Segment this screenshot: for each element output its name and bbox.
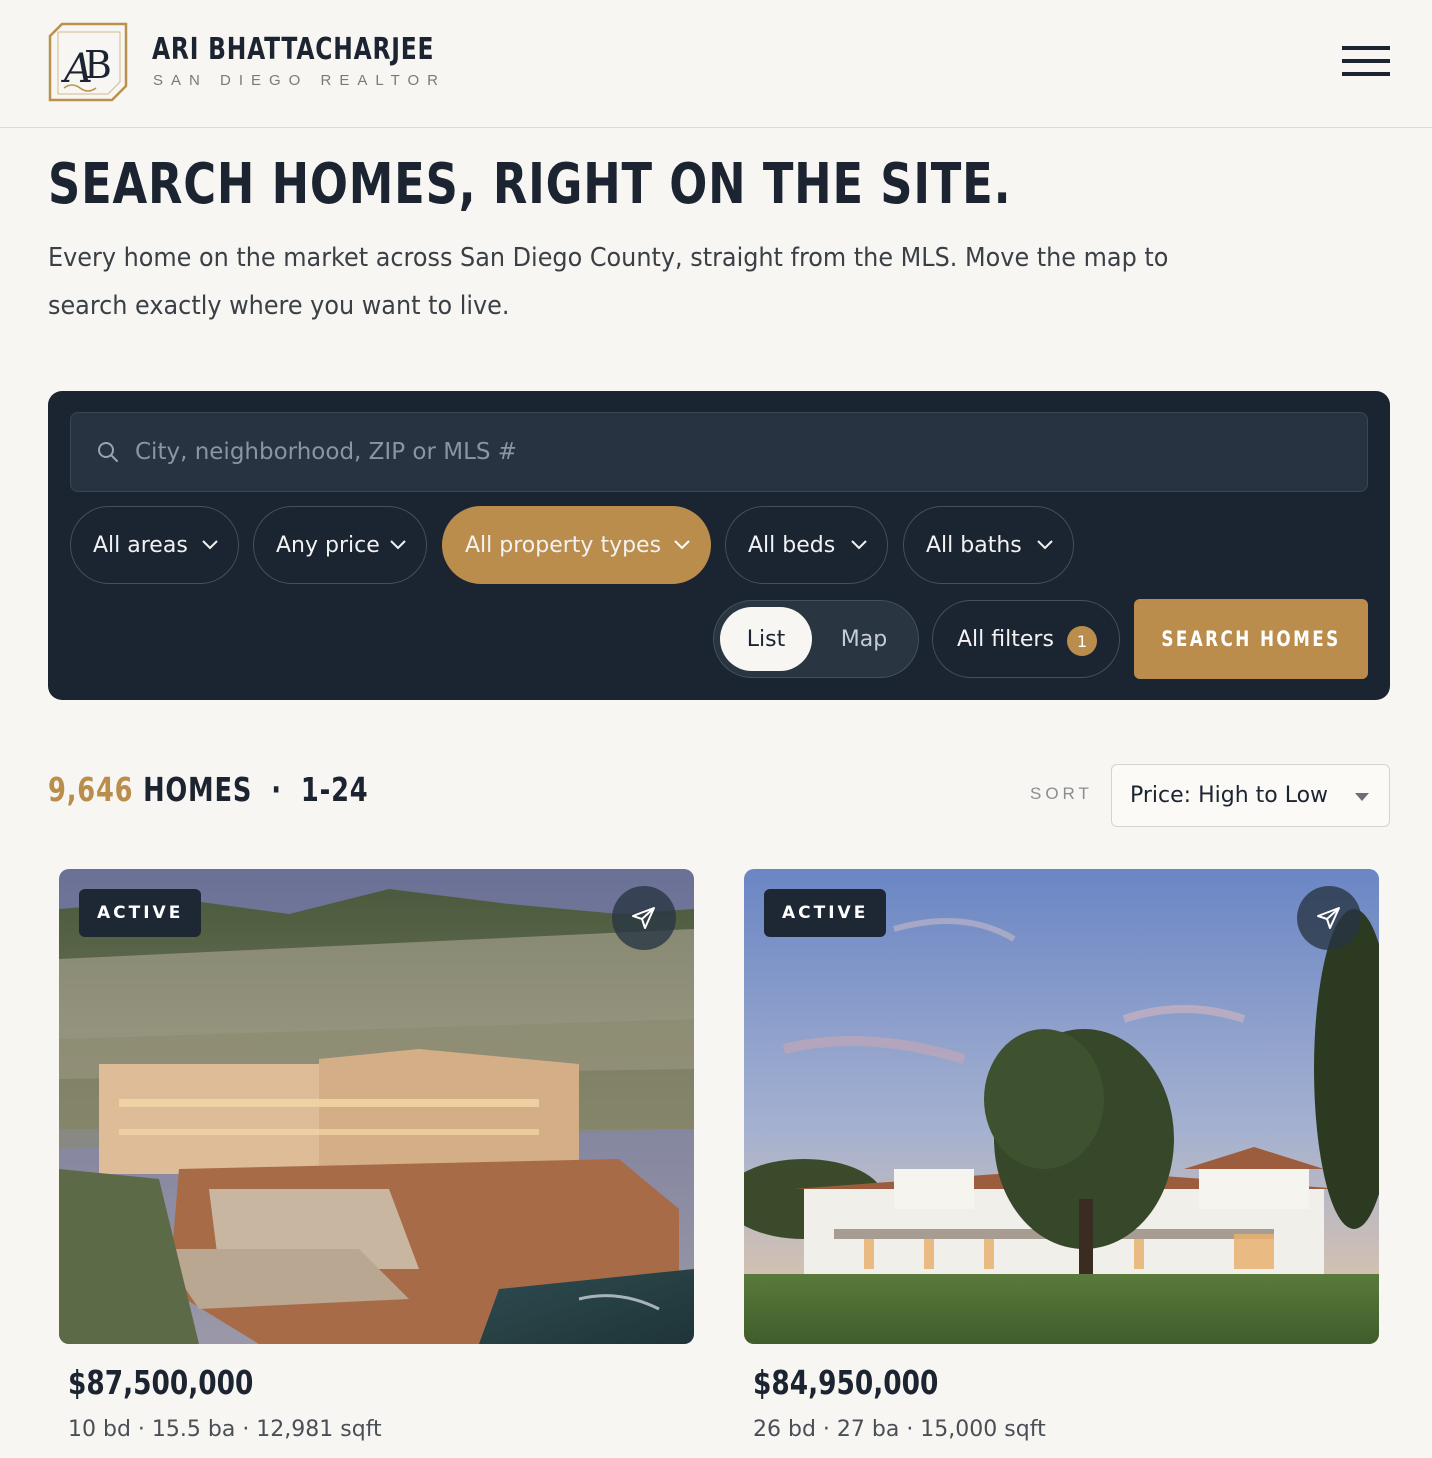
filter-areas-dropdown[interactable]: All areas — [70, 506, 239, 584]
status-badge: ACTIVE — [764, 889, 887, 937]
all-filters-button[interactable]: All filters 1 — [932, 600, 1120, 678]
chevron-down-icon — [202, 540, 218, 550]
sort-selected-value: Price: High to Low — [1130, 783, 1329, 808]
chevron-down-icon — [674, 540, 690, 550]
filter-price-label: Any price — [276, 532, 380, 558]
search-homes-label: SEARCH HOMES — [1161, 627, 1341, 651]
page-title: SEARCH HOMES, RIGHT ON THE SITE. — [48, 152, 1012, 217]
view-map-button[interactable]: Map — [818, 607, 910, 671]
chevron-down-icon — [1037, 540, 1053, 550]
listing-facts: 26 bd · 27 ba · 15,000 sqft — [753, 1417, 1046, 1442]
brand-name[interactable]: ARI BHATTACHARJEE — [152, 32, 434, 67]
filter-property-types-dropdown[interactable]: All property types — [442, 506, 711, 584]
filters-count-badge: 1 — [1067, 626, 1097, 656]
listing-photo-image — [59, 869, 694, 1344]
all-filters-label: All filters — [957, 626, 1054, 652]
filter-baths-dropdown[interactable]: All baths — [903, 506, 1074, 584]
listing-photo-image — [744, 869, 1379, 1344]
view-toggle: List Map — [713, 600, 919, 678]
brand-tagline: SAN DIEGO REALTOR — [153, 72, 446, 89]
hamburger-menu-button[interactable] — [1338, 40, 1394, 82]
search-input[interactable] — [135, 413, 1335, 491]
filter-beds-dropdown[interactable]: All beds — [725, 506, 888, 584]
results-total-label: HOMES — [143, 770, 253, 809]
hamburger-menu-icon — [1342, 46, 1390, 50]
filter-beds-label: All beds — [748, 532, 836, 558]
view-list-button[interactable]: List — [720, 607, 812, 671]
caret-down-icon — [1355, 793, 1369, 801]
logo-mark-icon: A B — [48, 22, 128, 102]
search-field[interactable] — [70, 412, 1368, 492]
share-button[interactable] — [612, 886, 676, 950]
listing-price: $87,500,000 — [68, 1363, 254, 1402]
filter-property-types-label: All property types — [465, 532, 662, 558]
share-button[interactable] — [1297, 886, 1361, 950]
svg-text:B: B — [84, 43, 112, 87]
chevron-down-icon — [851, 540, 867, 550]
filter-areas-label: All areas — [93, 532, 188, 558]
listing-card[interactable]: ACTIVE $87,500,000 10 bd · 15.5 ba · 12,… — [59, 869, 694, 1458]
results-separator: · — [271, 770, 282, 809]
site-header: A B ARI BHATTACHARJEE SAN DIEGO REALTOR — [0, 0, 1432, 128]
listing-photo[interactable]: ACTIVE — [744, 869, 1379, 1344]
page-intro: Every home on the market across San Dieg… — [48, 243, 1169, 321]
sort-label: SORT — [1030, 784, 1093, 803]
results-range: 1-24 — [300, 770, 369, 809]
send-icon — [1317, 907, 1340, 929]
chevron-down-icon — [390, 540, 406, 550]
listing-photo[interactable]: ACTIVE — [59, 869, 694, 1344]
search-icon — [98, 442, 118, 462]
status-badge: ACTIVE — [79, 889, 202, 937]
brand-logo[interactable]: A B — [48, 22, 128, 102]
results-count: 9,646 HOMES · 1-24 — [48, 770, 368, 809]
listing-card[interactable]: ACTIVE $84,950,000 26 bd · 27 ba · 15,00… — [744, 869, 1379, 1458]
results-total: 9,646 — [48, 770, 134, 809]
send-icon — [632, 907, 655, 929]
search-homes-button[interactable]: SEARCH HOMES — [1134, 599, 1368, 679]
listing-facts: 10 bd · 15.5 ba · 12,981 sqft — [68, 1417, 382, 1442]
sort-select[interactable]: Price: High to Low — [1111, 764, 1390, 827]
search-panel: All areas Any price All property types A… — [48, 391, 1390, 700]
filter-baths-label: All baths — [926, 532, 1022, 558]
listing-price: $84,950,000 — [753, 1363, 939, 1402]
filter-price-dropdown[interactable]: Any price — [253, 506, 427, 584]
